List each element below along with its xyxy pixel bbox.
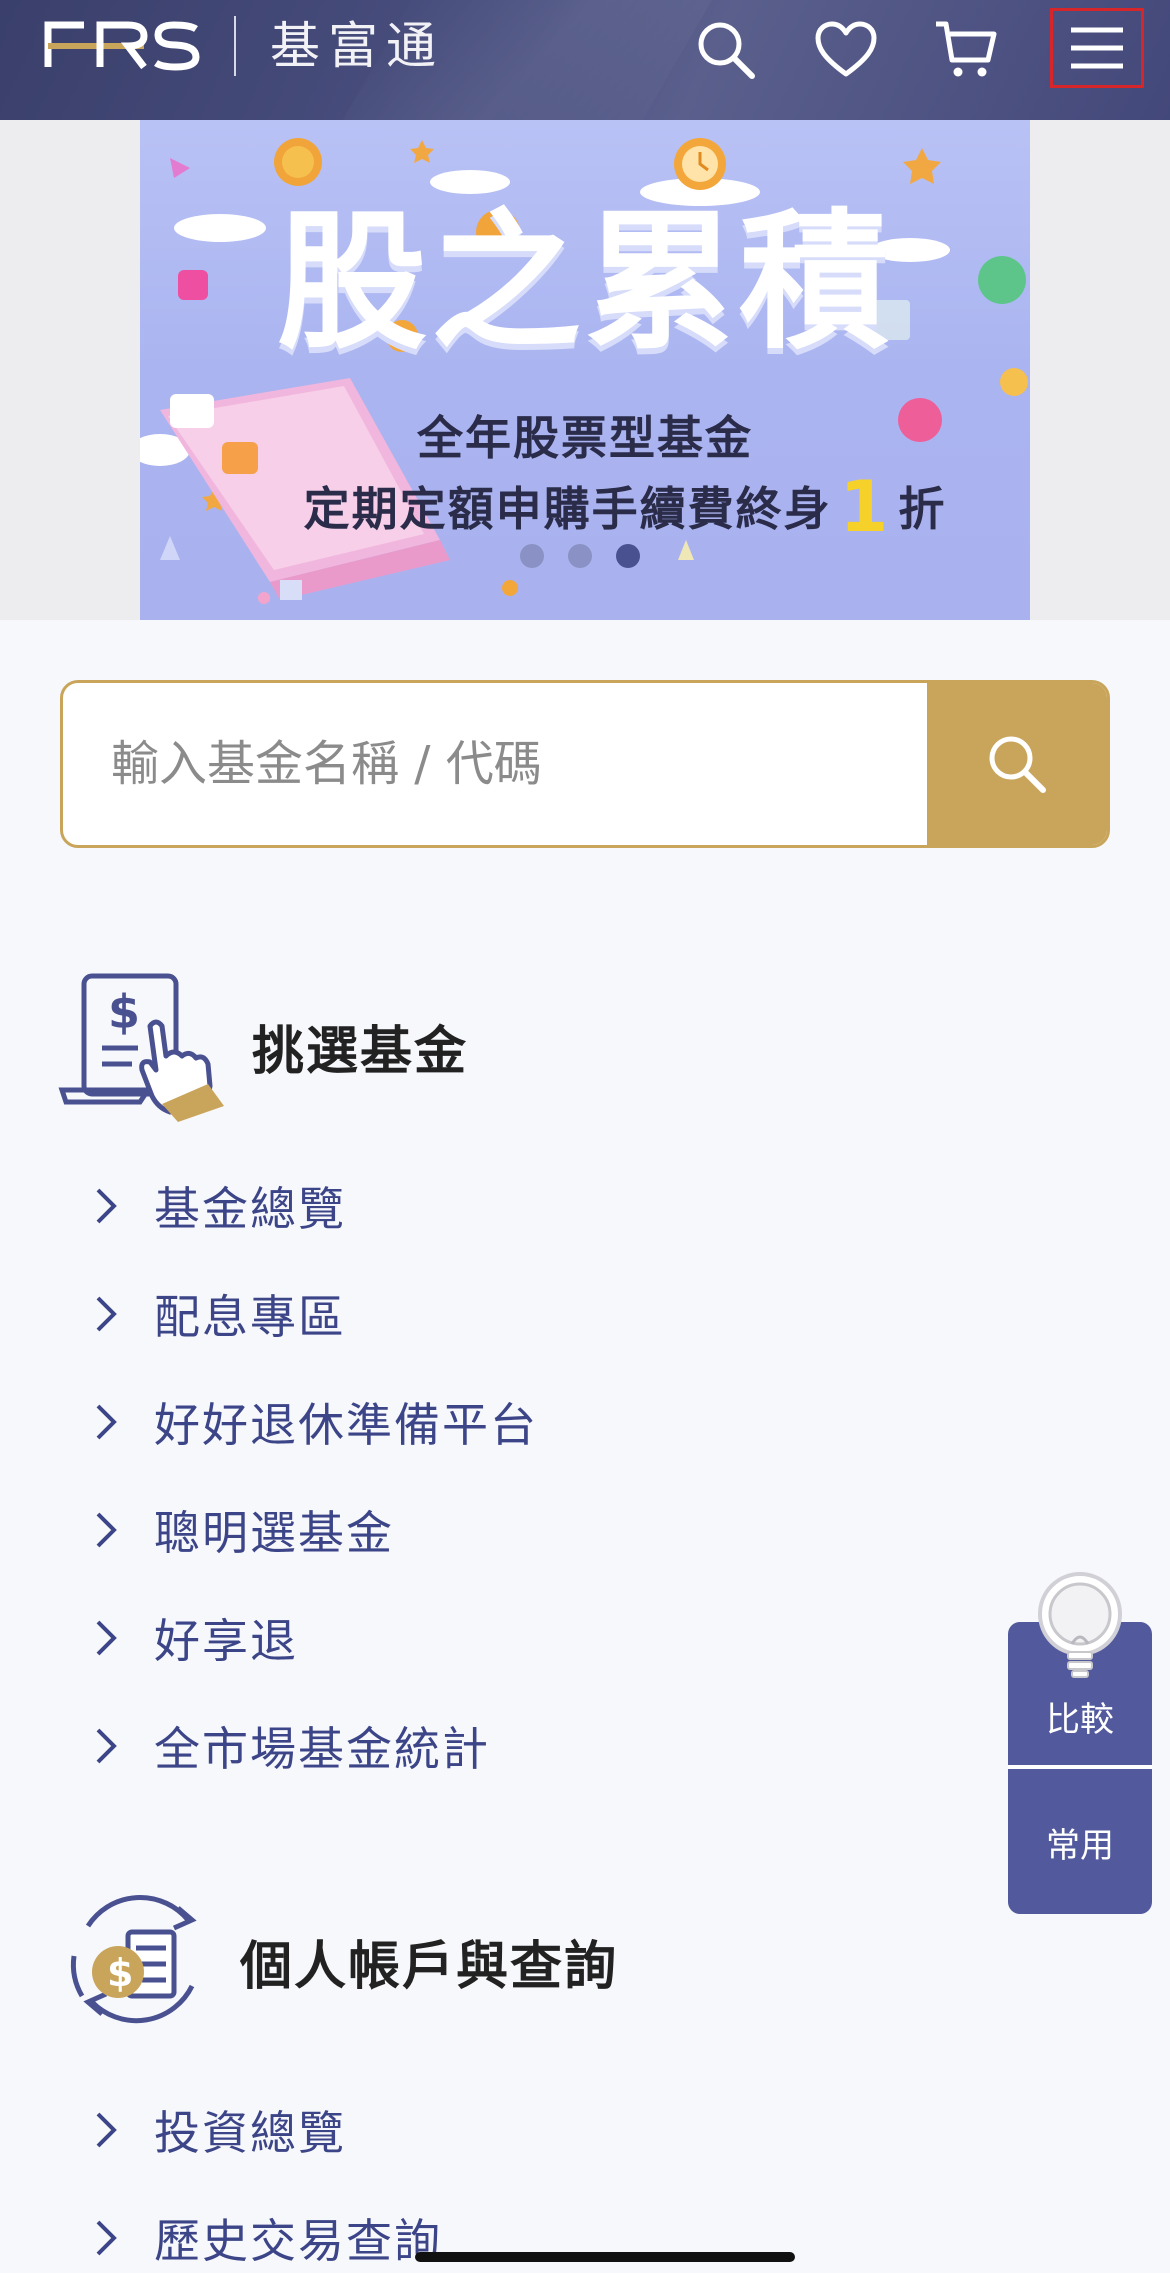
banner-subtitle: 全年股票型基金 (417, 411, 753, 465)
section-title: 挑選基金 (252, 1021, 469, 1082)
banner-promo-prefix: 定期定額申購手續費終身 (303, 482, 832, 536)
logo-divider (234, 16, 236, 76)
fund-select-icon: $ (58, 973, 224, 1122)
compare-button[interactable]: 比較 (1008, 1692, 1152, 1741)
banner-promo-line: 定期定額申購手續費終身 1 折 (230, 466, 1020, 548)
carousel-dots (520, 544, 640, 568)
promo-banner[interactable]: 股之累積 全年股票型基金 定期定額申購手續費終身 1 折 (140, 120, 1030, 620)
chevron-right-icon (84, 1292, 128, 1336)
nav-link-label: 全市場基金統計 (154, 1722, 490, 1776)
nav-link-label: 聰明選基金 (154, 1506, 394, 1560)
nav-link-label: 好好退休準備平台 (154, 1398, 538, 1452)
chevron-right-icon (84, 2108, 128, 2152)
search-submit-button[interactable] (927, 683, 1107, 845)
banner-promo-highlight: 1 (839, 466, 891, 548)
nav-link[interactable]: 歷史交易查詢 (84, 2203, 442, 2273)
panel-divider (1008, 1765, 1152, 1769)
favorites-button[interactable]: 常用 (1008, 1818, 1152, 1867)
favorites-button[interactable] (806, 10, 886, 90)
nav-link[interactable]: 好享退 (84, 1603, 298, 1673)
nav-link[interactable]: 全市場基金統計 (84, 1711, 490, 1781)
nav-link-label: 投資總覽 (154, 2106, 346, 2160)
nav-link[interactable]: 配息專區 (84, 1279, 346, 1349)
top-header: 基富通 (0, 0, 1170, 120)
search-icon-button[interactable] (686, 10, 766, 90)
section-account-header: $ 個人帳戶與查詢 (58, 1886, 618, 2036)
nav-link[interactable]: 好好退休準備平台 (84, 1387, 538, 1457)
nav-link-label: 好享退 (154, 1614, 298, 1668)
chevron-right-icon (84, 1508, 128, 1552)
nav-link[interactable]: 基金總覽 (84, 1171, 346, 1241)
nav-link-label: 歷史交易查詢 (154, 2214, 442, 2268)
section-title: 個人帳戶與查詢 (240, 1936, 619, 1997)
cart-icon (936, 21, 997, 77)
section-fund-select-header: $ 挑選基金 (58, 970, 468, 1122)
search-icon (989, 736, 1046, 793)
heart-icon (815, 21, 877, 77)
frs-logo[interactable]: 基富通 (44, 16, 444, 76)
chevron-right-icon (84, 1724, 128, 1768)
carousel-dot-active[interactable] (616, 544, 640, 568)
cart-button[interactable] (926, 10, 1006, 90)
banner-title: 股之累積 (276, 196, 893, 370)
nav-link[interactable]: 投資總覽 (84, 2095, 346, 2165)
carousel-dot[interactable] (568, 544, 592, 568)
chevron-right-icon (84, 1616, 128, 1660)
nav-link-label: 基金總覽 (154, 1182, 346, 1236)
lightbulb-icon (1038, 1572, 1122, 1678)
chevron-right-icon (84, 1184, 128, 1228)
menu-icon (1071, 27, 1123, 69)
chevron-right-icon (84, 2216, 128, 2260)
fund-search-bar (60, 680, 1110, 848)
nav-link-label: 配息專區 (154, 1290, 346, 1344)
account-query-icon: $ (70, 1895, 197, 2024)
menu-button[interactable] (1050, 8, 1144, 88)
svg-text:$: $ (107, 1951, 133, 1995)
home-indicator (415, 2252, 795, 2262)
banner-area: 股之累積 全年股票型基金 定期定額申購手續費終身 1 折 (0, 120, 1170, 620)
svg-text:$: $ (108, 985, 140, 1039)
frs-logo-mark (44, 21, 200, 71)
nav-link[interactable]: 聰明選基金 (84, 1495, 394, 1565)
chevron-right-icon (84, 1400, 128, 1444)
search-icon (698, 22, 755, 79)
carousel-dot[interactable] (520, 544, 544, 568)
banner-promo-suffix: 折 (898, 482, 947, 536)
fund-search-input[interactable] (63, 683, 929, 845)
brand-name: 基富通 (270, 17, 444, 75)
